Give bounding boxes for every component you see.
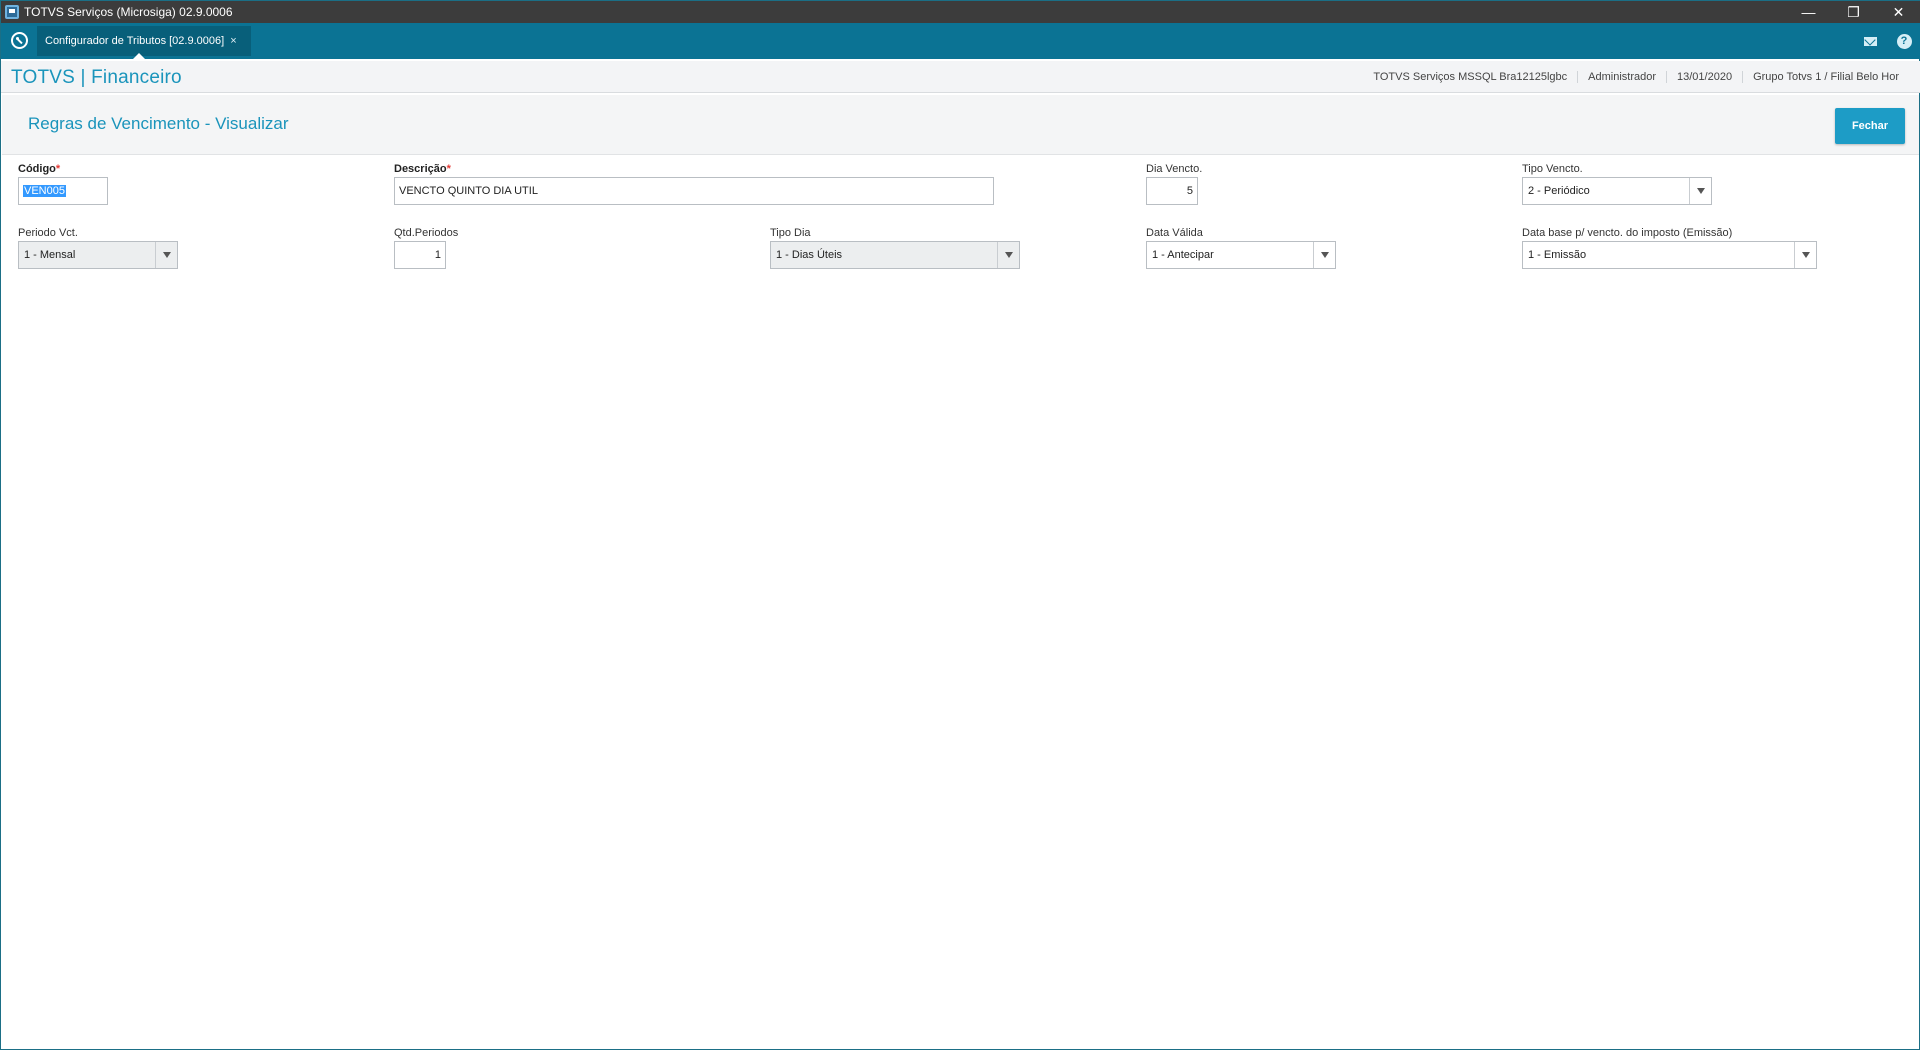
data-valida-field: Data Válida 1 - Antecipar xyxy=(1146,227,1336,269)
codigo-value: VEN005 xyxy=(23,185,66,197)
environment-label: TOTVS Serviços MSSQL Bra12125lgbc xyxy=(1373,71,1568,83)
minimize-icon[interactable]: — xyxy=(1786,1,1831,23)
tipo-dia-label: Tipo Dia xyxy=(770,227,811,239)
chevron-down-icon[interactable] xyxy=(1689,178,1711,204)
qtd-periodos-input[interactable]: 1 xyxy=(394,241,446,269)
tipo-dia-value: 1 - Dias Úteis xyxy=(776,249,843,261)
tipo-vencto-label: Tipo Vencto. xyxy=(1522,163,1583,175)
messages-button[interactable] xyxy=(1853,23,1887,59)
home-icon[interactable] xyxy=(11,32,28,49)
qtd-periodos-field: Qtd.Periodos 1 xyxy=(394,227,459,269)
tab-configurador-tributos[interactable]: Configurador de Tributos [02.9.0006] × xyxy=(37,26,251,59)
page-header: Regras de Vencimento - Visualizar Fechar xyxy=(2,95,1919,155)
tipo-dia-field: Tipo Dia 1 - Dias Úteis xyxy=(770,227,1020,269)
help-button[interactable]: ? xyxy=(1887,23,1920,59)
periodo-vct-value: 1 - Mensal xyxy=(24,249,76,261)
dia-vencto-field: Dia Vencto. 5 xyxy=(1146,163,1203,205)
user-label: Administrador xyxy=(1577,71,1666,83)
page-title: Regras de Vencimento - Visualizar xyxy=(28,114,289,133)
company-label: Grupo Totvs 1 / Filial Belo Hor xyxy=(1742,71,1909,83)
window-controls: — ❐ ✕ xyxy=(1786,1,1920,23)
app-icon xyxy=(5,5,19,19)
toolbar-icons: ? xyxy=(1853,23,1920,59)
dia-vencto-label: Dia Vencto. xyxy=(1146,163,1203,175)
qtd-periodos-label: Qtd.Periodos xyxy=(394,227,459,239)
data-base-label: Data base p/ vencto. do imposto (Emissão… xyxy=(1522,227,1733,239)
chevron-down-icon[interactable] xyxy=(1313,242,1335,268)
tab-bar: Configurador de Tributos [02.9.0006] × ? xyxy=(1,23,1920,59)
title-bar: TOTVS Serviços (Microsiga) 02.9.0006 — ❐… xyxy=(1,1,1920,23)
descricao-input[interactable]: VENCTO QUINTO DIA UTIL xyxy=(394,177,994,205)
window-title: TOTVS Serviços (Microsiga) 02.9.0006 xyxy=(24,5,233,19)
codigo-input[interactable]: VEN005 xyxy=(18,177,108,205)
help-icon: ? xyxy=(1896,33,1912,49)
module-header: TOTVS | Financeiro TOTVS Serviços MSSQL … xyxy=(1,61,1920,93)
tipo-vencto-select[interactable]: 2 - Periódico xyxy=(1522,177,1712,205)
data-valida-label: Data Válida xyxy=(1146,227,1203,239)
data-base-field: Data base p/ vencto. do imposto (Emissão… xyxy=(1522,227,1817,269)
periodo-vct-label: Periodo Vct. xyxy=(18,227,78,239)
brand-title: TOTVS | Financeiro xyxy=(11,67,182,88)
active-tab-indicator xyxy=(133,53,145,59)
data-valida-value: 1 - Antecipar xyxy=(1152,249,1214,261)
codigo-field: Código* VEN005 xyxy=(18,163,108,205)
chevron-down-icon[interactable] xyxy=(1794,242,1816,268)
data-base-value: 1 - Emissão xyxy=(1528,249,1587,261)
date-label: 13/01/2020 xyxy=(1666,71,1742,83)
data-base-select[interactable]: 1 - Emissão xyxy=(1522,241,1817,269)
chevron-down-icon[interactable] xyxy=(155,242,177,268)
tipo-vencto-value: 2 - Periódico xyxy=(1528,185,1590,197)
mail-icon xyxy=(1863,36,1877,46)
dia-vencto-input[interactable]: 5 xyxy=(1146,177,1198,205)
tipo-vencto-field: Tipo Vencto. 2 - Periódico xyxy=(1522,163,1712,205)
close-button[interactable]: Fechar xyxy=(1835,108,1905,144)
app-window: TOTVS Serviços (Microsiga) 02.9.0006 — ❐… xyxy=(0,0,1920,1050)
restore-icon[interactable]: ❐ xyxy=(1831,1,1876,23)
descricao-field: Descrição* VENCTO QUINTO DIA UTIL xyxy=(394,163,994,205)
tipo-dia-select[interactable]: 1 - Dias Úteis xyxy=(770,241,1020,269)
data-valida-select[interactable]: 1 - Antecipar xyxy=(1146,241,1336,269)
close-icon[interactable]: ✕ xyxy=(1876,1,1920,23)
codigo-label: Código* xyxy=(18,163,61,175)
tab-close-icon[interactable]: × xyxy=(230,35,236,47)
periodo-vct-select[interactable]: 1 - Mensal xyxy=(18,241,178,269)
chevron-down-icon[interactable] xyxy=(997,242,1019,268)
descricao-label: Descrição* xyxy=(394,163,451,175)
tab-label: Configurador de Tributos [02.9.0006] xyxy=(45,35,225,47)
periodo-vct-field: Periodo Vct. 1 - Mensal xyxy=(18,227,178,269)
session-info: TOTVS Serviços MSSQL Bra12125lgbc Admini… xyxy=(1363,61,1909,93)
